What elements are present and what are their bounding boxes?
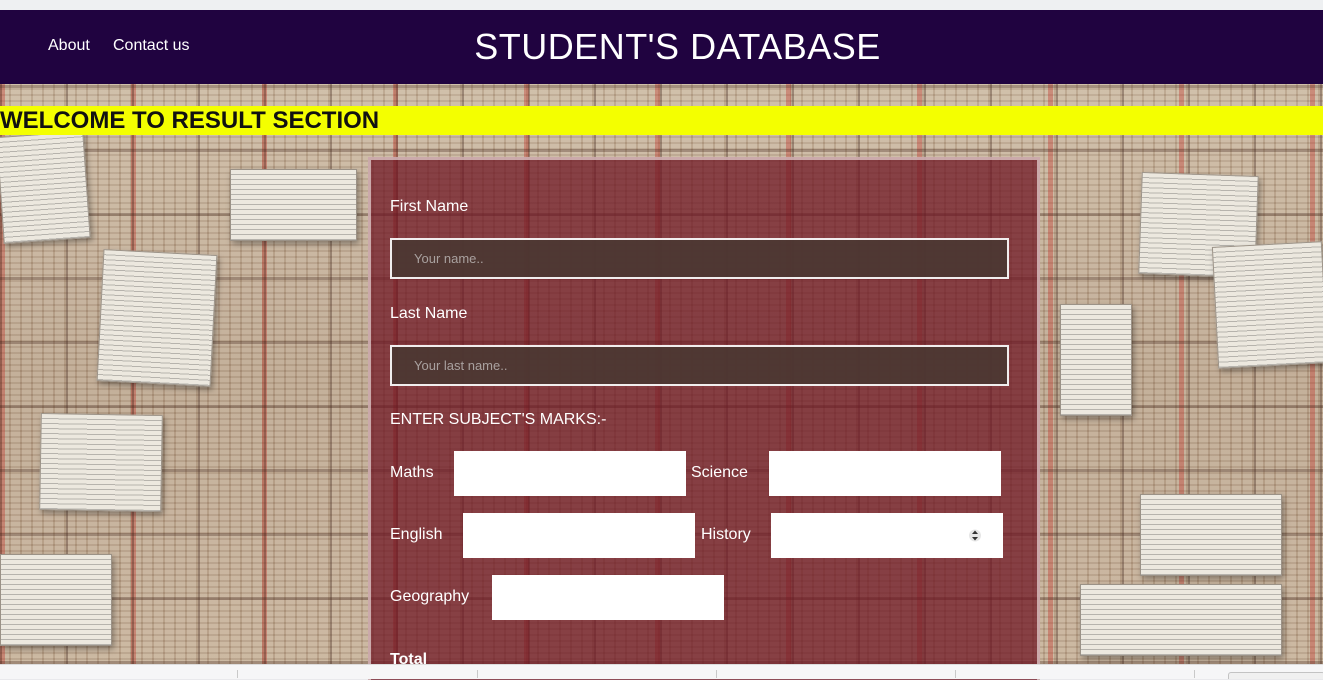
- taskbar-divider: [955, 670, 956, 678]
- open-book-image: [1060, 304, 1132, 416]
- open-book-image: [0, 554, 112, 646]
- last-name-label: Last Name: [390, 305, 468, 322]
- taskbar-divider: [237, 670, 238, 678]
- maths-label: Maths: [390, 464, 434, 481]
- history-input[interactable]: [771, 513, 1003, 558]
- last-name-input[interactable]: [390, 345, 1009, 386]
- taskbar-divider: [716, 670, 717, 678]
- open-book-image: [0, 131, 91, 244]
- welcome-banner-text: WELCOME TO RESULT SECTION: [0, 107, 380, 134]
- english-label: English: [390, 526, 443, 543]
- taskbar-divider: [1194, 670, 1195, 678]
- browser-top-strip: [0, 0, 1323, 10]
- first-name-label: First Name: [390, 198, 469, 215]
- science-input[interactable]: [769, 451, 1001, 496]
- first-name-input[interactable]: [390, 238, 1009, 279]
- geography-label: Geography: [390, 588, 470, 605]
- english-input[interactable]: [463, 513, 695, 558]
- open-book-image: [230, 169, 357, 241]
- marks-heading: ENTER SUBJECT'S MARKS:-: [390, 411, 607, 428]
- welcome-banner: WELCOME TO RESULT SECTION: [0, 106, 1323, 135]
- science-label: Science: [691, 464, 748, 481]
- bottom-taskbar: [0, 664, 1323, 679]
- site-title: STUDENT'S DATABASE: [474, 26, 881, 67]
- open-book-image: [1140, 494, 1282, 576]
- history-label: History: [701, 526, 751, 543]
- open-book-image: [96, 249, 218, 387]
- maths-input[interactable]: [454, 451, 686, 496]
- open-book-image: [39, 412, 163, 513]
- spinner-arrows-icon[interactable]: [969, 527, 981, 544]
- taskbar-divider: [477, 670, 478, 678]
- geography-input[interactable]: [492, 575, 724, 620]
- result-form: First Name Last Name ENTER SUBJECT'S MAR…: [368, 157, 1040, 680]
- open-book-image: [1080, 584, 1282, 656]
- navbar: About Contact us STUDENT'S DATABASE: [0, 10, 1323, 84]
- open-book-image: [1211, 241, 1323, 369]
